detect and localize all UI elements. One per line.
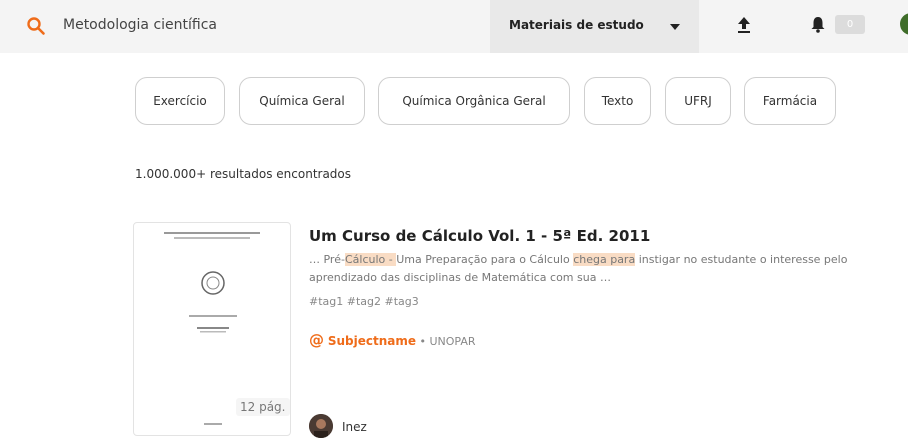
snippet-highlight: Cálculo - <box>344 253 397 266</box>
tag-chip-ufrj[interactable]: UFRJ <box>665 77 731 125</box>
top-bar: Metodologia científica Materiais de estu… <box>0 0 908 53</box>
avatar[interactable] <box>900 13 908 35</box>
notification-count-badge: 0 <box>835 15 865 34</box>
result-hashtags[interactable]: #tag1 #tag2 #tag3 <box>309 295 419 308</box>
search-input[interactable]: Metodologia científica <box>63 17 217 33</box>
tag-chip-texto[interactable]: Texto <box>584 77 651 125</box>
snippet-text: instigar no estudante o interesse pelo <box>635 253 848 266</box>
material-type-select[interactable]: Materiais de estudo <box>490 0 699 53</box>
subject-row: @ Subjectname • UNOPAR <box>309 331 476 349</box>
tag-chip-exercicio[interactable]: Exercício <box>135 77 225 125</box>
results-count-text: resultados encontrados <box>206 167 352 181</box>
results-count-number: 1.000.000+ <box>135 167 207 181</box>
snippet-text: aprendizado das disciplinas de Matemátic… <box>309 271 611 284</box>
result-title-link[interactable]: Um Curso de Cálculo Vol. 1 - 5ª Ed. 2011 <box>309 227 650 245</box>
user-avatar[interactable] <box>309 414 333 438</box>
page-count-badge: 12 pág. <box>236 398 290 416</box>
result-snippet: … Pré-Cálculo - Uma Preparação para o Cá… <box>309 251 908 287</box>
at-icon: @ <box>309 331 324 349</box>
tag-chip-farmacia[interactable]: Farmácia <box>744 77 836 125</box>
results-count: 1.000.000+ resultados encontrados <box>135 167 351 181</box>
user-photo <box>309 414 333 438</box>
snippet-text: … Pré- <box>309 253 345 266</box>
upload-icon[interactable] <box>737 15 751 35</box>
tag-chip-quimica-geral[interactable]: Química Geral <box>239 77 365 125</box>
material-type-label: Materiais de estudo <box>509 18 644 32</box>
user-name[interactable]: Inez <box>342 420 367 434</box>
bell-icon[interactable] <box>810 15 826 33</box>
snippet-highlight: chega para <box>573 253 636 266</box>
chevron-down-icon <box>670 24 680 30</box>
snippet-text: Uma Preparação para o Cálculo <box>396 253 574 266</box>
search-icon[interactable] <box>26 16 46 36</box>
separator: • <box>416 335 430 348</box>
subject-link[interactable]: Subjectname <box>328 334 416 348</box>
institution-label: UNOPAR <box>429 335 476 348</box>
tag-chip-quimica-organica-geral[interactable]: Química Orgânica Geral <box>378 77 570 125</box>
